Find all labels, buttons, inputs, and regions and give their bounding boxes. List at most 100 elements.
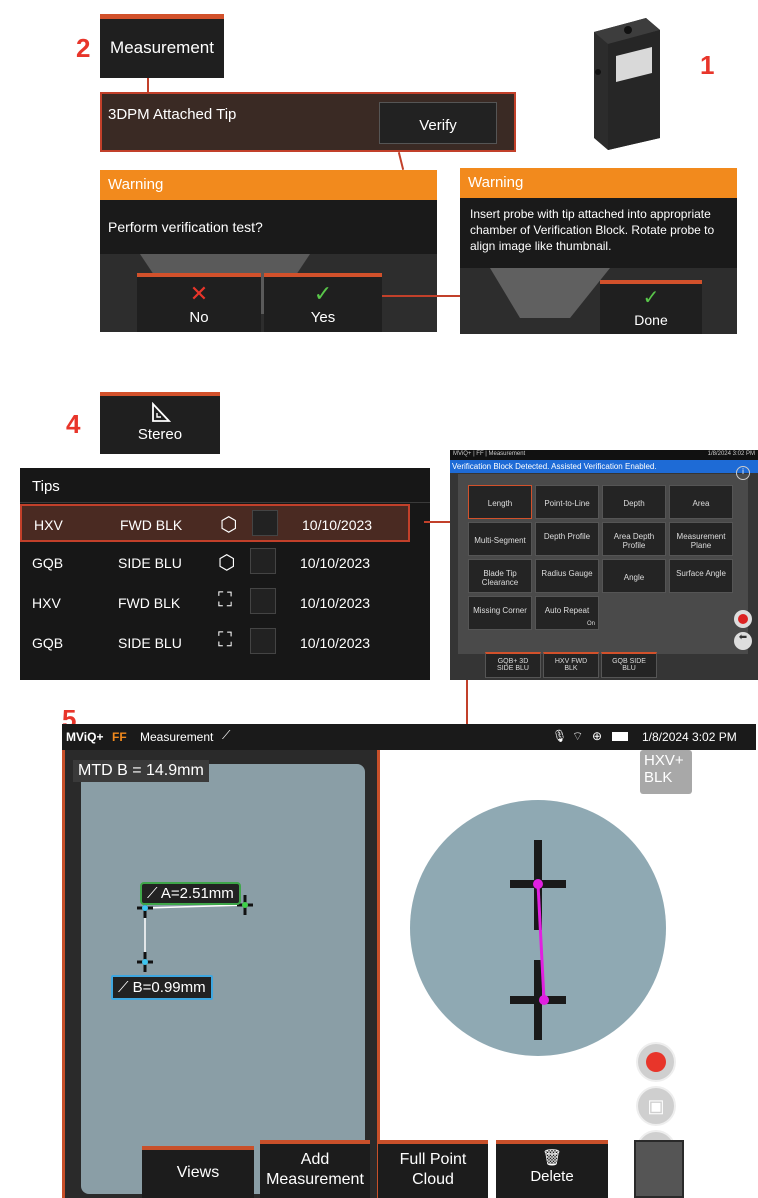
tip-swatch bbox=[250, 588, 276, 614]
views-label: Views bbox=[176, 1164, 220, 1181]
menu-blade-tip-clearance[interactable]: Blade Tip Clearance bbox=[468, 559, 532, 593]
stereo-measure-icon bbox=[100, 401, 220, 426]
divider bbox=[20, 502, 430, 503]
verify-label: Verify bbox=[419, 117, 457, 134]
frame-tip-icon: ⛶ bbox=[218, 589, 232, 611]
status-ff: FF bbox=[112, 730, 127, 744]
menu-auto-repeat[interactable]: Auto Repeat On bbox=[535, 596, 599, 630]
mini-info-icon[interactable]: i bbox=[736, 466, 750, 480]
save-icon: ▣ bbox=[647, 1096, 665, 1116]
add-measurement-button[interactable]: Add Measurement bbox=[260, 1140, 370, 1198]
trash-icon: 🗑 bbox=[541, 1150, 563, 1167]
point-cloud-view bbox=[410, 800, 666, 1056]
yes-label: Yes bbox=[310, 309, 336, 326]
wifi-icon: ⌔ bbox=[572, 729, 584, 743]
menu-angle[interactable]: Angle bbox=[602, 559, 666, 593]
auto-repeat-label: Auto Repeat bbox=[544, 606, 590, 615]
tip-type: SIDE BLU bbox=[118, 555, 182, 571]
meas-a-value: A=2.51mm bbox=[160, 885, 234, 902]
menu-area[interactable]: Area bbox=[669, 485, 733, 519]
full-point-cloud-button[interactable]: Full Point Cloud bbox=[378, 1140, 488, 1198]
tip-row-selected[interactable]: HXV FWD BLK ⬡ 10/10/2023 bbox=[20, 504, 410, 542]
verification-block-image bbox=[576, 10, 674, 152]
frame-tip-icon: ⛶ bbox=[218, 629, 232, 651]
warning-text: Perform verification test? bbox=[108, 219, 263, 235]
record-button[interactable] bbox=[636, 1042, 676, 1082]
left-camera-view: MTD B = 14.9mm ⟋ A=2.51mm ⟋ B=0.99mm bbox=[62, 750, 380, 1198]
yes-button[interactable]: ✓ Yes bbox=[264, 273, 382, 332]
mini-status-text: MViQ+ | FF | Measurement bbox=[453, 451, 526, 457]
tip-date: 10/10/2023 bbox=[300, 595, 371, 611]
warning-header: Warning bbox=[460, 168, 737, 198]
meas-b-value: B=0.99mm bbox=[132, 979, 206, 996]
menu-missing-corner[interactable]: Missing Corner bbox=[468, 596, 532, 630]
done-label: Done bbox=[634, 312, 668, 328]
add-measurement-label: Add Measurement bbox=[266, 1151, 364, 1188]
record-icon bbox=[646, 1052, 666, 1072]
mic-icon: 🎙 bbox=[552, 729, 568, 743]
menu-measurement-plane[interactable]: Measurement Plane bbox=[669, 522, 733, 556]
warning-dialog-insert-probe: Warning Insert probe with tip attached i… bbox=[460, 168, 737, 334]
measurement-overlay bbox=[137, 895, 253, 972]
tips-title: Tips bbox=[32, 478, 60, 495]
length-icon: ⟋ bbox=[147, 885, 161, 902]
mini-tip-tab[interactable]: GQB+ 3D SIDE BLU bbox=[485, 652, 541, 678]
measurement-b-label[interactable]: ⟋ B=0.99mm bbox=[111, 975, 213, 1000]
mini-tip-tab[interactable]: HXV FWD BLK bbox=[543, 652, 599, 678]
mini-status-bar: MViQ+ | FF | Measurement 1/8/2024 3:02 P… bbox=[450, 450, 758, 460]
no-button[interactable]: ✕ No bbox=[137, 273, 261, 332]
delete-button[interactable]: 🗑 Delete bbox=[496, 1140, 608, 1198]
menu-depth[interactable]: Depth bbox=[602, 485, 666, 519]
measurement-label: Measurement bbox=[110, 38, 214, 57]
connector bbox=[147, 78, 149, 92]
status-time: 1/8/2024 3:02 PM bbox=[642, 730, 737, 744]
tip-row[interactable]: HXV FWD BLK ⛶ 10/10/2023 bbox=[20, 584, 410, 622]
tip-date: 10/10/2023 bbox=[302, 517, 373, 533]
connector bbox=[397, 152, 405, 170]
tip-code: GQB bbox=[32, 635, 64, 651]
done-button[interactable]: ✓ Done bbox=[600, 280, 702, 334]
tip-date: 10/10/2023 bbox=[300, 635, 371, 651]
thumbnail-button[interactable] bbox=[634, 1140, 684, 1198]
auto-repeat-state: On bbox=[586, 621, 595, 627]
tip-type: FWD BLK bbox=[118, 595, 181, 611]
connector bbox=[382, 295, 460, 297]
close-icon: ✕ bbox=[189, 281, 209, 306]
delete-label: Delete bbox=[530, 1168, 574, 1185]
tip-swatch bbox=[252, 510, 278, 536]
length-icon: ⟋ bbox=[118, 979, 133, 996]
attached-tip-label: 3DPM Attached Tip bbox=[108, 106, 237, 123]
tip-swatch bbox=[250, 628, 276, 654]
verification-banner: Verification Block Detected. Assisted Ve… bbox=[450, 460, 758, 473]
stereo-label: Stereo bbox=[137, 426, 183, 443]
tip-row[interactable]: GQB SIDE BLU ⬡ 10/10/2023 bbox=[20, 544, 410, 582]
tip-code: HXV bbox=[34, 517, 63, 533]
menu-area-depth-profile[interactable]: Area Depth Profile bbox=[602, 522, 666, 556]
warning-header: Warning bbox=[100, 170, 437, 200]
mini-tip-tab[interactable]: GQB SIDE BLU bbox=[601, 652, 657, 678]
tip-date: 10/10/2023 bbox=[300, 555, 371, 571]
measurement-button[interactable]: Measurement bbox=[100, 14, 224, 78]
tip-row[interactable]: GQB SIDE BLU ⛶ 10/10/2023 bbox=[20, 624, 410, 662]
mini-time: 1/8/2024 3:02 PM bbox=[707, 451, 755, 457]
measurement-a-label[interactable]: ⟋ A=2.51mm bbox=[140, 882, 241, 905]
check-icon: ✓ bbox=[313, 281, 333, 306]
tip-code: GQB bbox=[32, 555, 64, 571]
stereo-button[interactable]: Stereo bbox=[100, 392, 220, 454]
save-button[interactable]: ▣ bbox=[636, 1086, 676, 1126]
verify-button[interactable]: Verify bbox=[379, 102, 497, 144]
step-number-1: 1 bbox=[700, 50, 715, 80]
mini-back-button[interactable]: ⬅ bbox=[734, 632, 752, 650]
mini-record-button[interactable] bbox=[734, 610, 752, 628]
menu-surface-angle[interactable]: Surface Angle bbox=[669, 559, 733, 593]
step-number-4: 4 bbox=[66, 409, 81, 439]
menu-multi-segment[interactable]: Multi-Segment bbox=[468, 522, 532, 556]
no-label: No bbox=[189, 309, 209, 326]
length-icon: ⟋ bbox=[222, 728, 231, 742]
point-cloud-overlay bbox=[510, 840, 566, 1040]
views-button[interactable]: Views bbox=[142, 1146, 254, 1198]
menu-point-to-line[interactable]: Point-to-Line bbox=[535, 485, 599, 519]
menu-radius-gauge[interactable]: Radius Gauge bbox=[535, 559, 599, 593]
menu-length[interactable]: Length bbox=[468, 485, 532, 519]
menu-depth-profile[interactable]: Depth Profile bbox=[535, 522, 599, 556]
